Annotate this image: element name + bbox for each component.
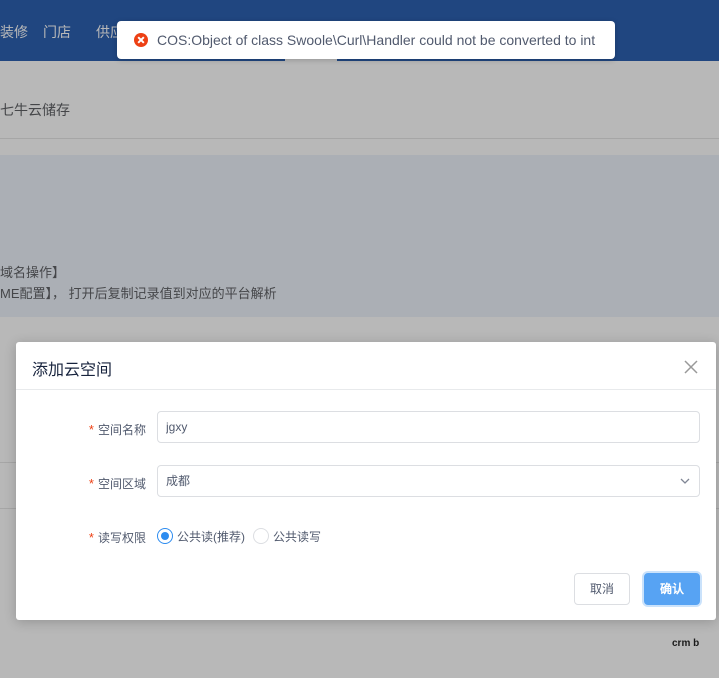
dialog-header: 添加云空间: [16, 342, 716, 390]
chevron-down-icon: [680, 478, 690, 484]
permission-label: * 读写权限: [88, 530, 146, 545]
required-asterisk: *: [88, 530, 94, 545]
space-name-label: * 空间名称: [88, 422, 146, 437]
toast-message: COS:Object of class Swoole\Curl\Handler …: [157, 32, 596, 48]
permission-radio-group: 公共读(推荐) 公共读写: [157, 527, 329, 545]
radio-public-read-write[interactable]: 公共读写: [253, 528, 321, 545]
radio-public-read[interactable]: 公共读(推荐): [157, 528, 245, 545]
dialog-title: 添加云空间: [32, 362, 113, 379]
add-cloud-space-dialog: 添加云空间 *空间名称 *空间区域 成都 *读写权限 公共读(推荐) 公共读写 …: [16, 342, 716, 620]
brand-logo: crm b: [672, 638, 700, 649]
radio-checked-icon[interactable]: [157, 528, 173, 544]
error-circle-icon: [134, 33, 148, 47]
required-asterisk: *: [88, 476, 94, 491]
error-toast: COS:Object of class Swoole\Curl\Handler …: [117, 21, 615, 59]
cancel-button[interactable]: 取消: [574, 573, 630, 605]
space-region-label: * 空间区域: [88, 476, 146, 491]
space-name-input[interactable]: [157, 411, 700, 443]
confirm-button[interactable]: 确认: [644, 573, 700, 605]
radio-unchecked-icon[interactable]: [253, 528, 269, 544]
selected-region: 成都: [166, 474, 191, 488]
close-icon[interactable]: [681, 357, 701, 377]
required-asterisk: *: [88, 422, 94, 437]
space-region-select[interactable]: 成都: [157, 465, 700, 497]
